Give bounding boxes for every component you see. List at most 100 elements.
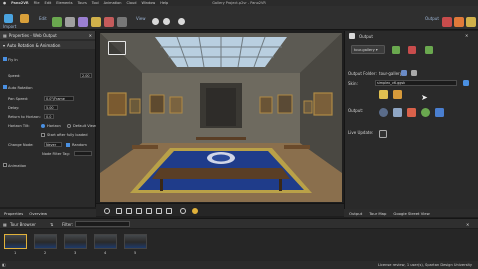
speed-row: Speed: 2.00	[0, 72, 96, 79]
globe-icon[interactable]	[178, 18, 185, 25]
menu-elements[interactable]: Elements	[56, 1, 72, 5]
shield-output-icon[interactable]	[407, 108, 416, 117]
animation-icon[interactable]	[117, 17, 127, 27]
pan-speed-label: Pan Speed:	[8, 96, 29, 101]
html5-output-icon[interactable]	[442, 17, 452, 27]
tab-google-street-view[interactable]: Google Street View	[393, 211, 429, 216]
vr-output-icon[interactable]	[435, 108, 444, 117]
media-icon[interactable]	[78, 17, 88, 27]
menu-file[interactable]: File	[34, 1, 40, 5]
menu-app[interactable]: Pano2VR	[11, 1, 29, 5]
hotspot-tool-icon[interactable]	[146, 207, 152, 214]
gear-output-icon[interactable]	[379, 108, 388, 117]
skin-brush-icon[interactable]	[393, 90, 402, 99]
open-folder-icon[interactable]	[411, 70, 417, 76]
thumbnail-5[interactable]	[124, 234, 147, 249]
thumbnail-label-5: 5	[134, 250, 137, 255]
menu-help[interactable]: Help	[160, 1, 168, 5]
menu-tours[interactable]: Tours	[78, 1, 87, 5]
thumbnail-3[interactable]	[64, 234, 87, 249]
target-icon[interactable]	[180, 207, 186, 214]
tab-tour-map[interactable]: Tour Map	[369, 211, 386, 216]
tab-output[interactable]: Output	[349, 211, 362, 216]
select-icon[interactable]	[116, 207, 122, 214]
move-icon[interactable]	[126, 207, 132, 214]
viewer-icon[interactable]	[152, 18, 159, 25]
status-icon: ◧	[2, 262, 6, 267]
mask-icon[interactable]	[104, 17, 114, 27]
crop-icon[interactable]	[156, 207, 162, 214]
animation-checkbox[interactable]	[3, 163, 7, 167]
menu-window[interactable]: Window	[141, 1, 155, 5]
gallery-output-icon[interactable]	[466, 17, 476, 27]
patch-icon[interactable]	[52, 17, 62, 27]
add-output-icon[interactable]	[392, 46, 400, 54]
fly-in-checkbox[interactable]	[3, 57, 7, 61]
live-update-icon[interactable]	[379, 130, 387, 138]
generate-output-icon[interactable]	[425, 46, 433, 54]
cloud-output-icon[interactable]	[421, 108, 430, 117]
delay-field[interactable]: 5.00	[44, 105, 58, 110]
thumbnail-label-3: 3	[74, 250, 77, 255]
status-text: License review, 1 user(s), Spartan Desig…	[377, 262, 472, 267]
patch-tool-icon[interactable]	[136, 207, 142, 214]
properties-title: Properties - Web Output	[8, 32, 57, 38]
filter-field[interactable]	[75, 221, 130, 227]
start-after-loaded-checkbox[interactable]	[41, 132, 45, 137]
node-filter-field[interactable]	[74, 151, 92, 156]
tour-gallery-button[interactable]: tour-gallery ▾	[351, 45, 385, 54]
sort-icon[interactable]: ⇅	[50, 222, 53, 227]
return-horizon-field[interactable]: 0.0	[44, 114, 54, 119]
folder-icon[interactable]	[401, 70, 407, 76]
auto-rotation-label: Auto Rotation	[8, 85, 33, 90]
menu-edit[interactable]: Edit	[45, 1, 52, 5]
import-label[interactable]: Import	[3, 24, 16, 29]
section-auto-rotation[interactable]: ▾ Auto Rotation & Animation	[0, 41, 95, 49]
skin-star-icon[interactable]	[379, 90, 388, 99]
random-label: Random	[72, 142, 87, 147]
skin-label: Skin:	[348, 81, 358, 86]
remove-output-icon[interactable]	[408, 46, 416, 54]
apple-icon[interactable]: ●	[3, 1, 6, 5]
change-node-select[interactable]: Never	[44, 142, 62, 147]
package-output-icon[interactable]	[454, 17, 464, 27]
view-label: View	[136, 16, 146, 21]
tour-icon[interactable]	[20, 14, 29, 23]
screen-output-icon[interactable]	[393, 108, 402, 117]
skin-edit-icon[interactable]	[463, 80, 469, 86]
thumbnail-label-1: 1	[14, 250, 17, 255]
panel-close-icon[interactable]: ✕	[89, 33, 92, 38]
output-header-icon	[349, 33, 355, 39]
default-view-radio[interactable]	[67, 123, 71, 128]
horizon-radio[interactable]	[41, 123, 45, 128]
status-bar: ◧ License review, 1 user(s), Spartan Des…	[0, 261, 478, 269]
tab-properties[interactable]: Properties	[4, 211, 23, 216]
color-wheel-icon[interactable]	[192, 207, 198, 214]
output-header-title: Output	[359, 33, 373, 39]
window-title: Gallery Project.p2vr - Pano2VR	[212, 0, 266, 5]
rotate-icon[interactable]	[104, 207, 110, 214]
menu-animation[interactable]: Animation	[104, 1, 122, 5]
speed-field[interactable]: 2.00	[80, 73, 92, 78]
import-icon[interactable]	[4, 14, 13, 23]
collapse-icon[interactable]: ▾	[3, 43, 5, 48]
tab-overview[interactable]: Overview	[29, 211, 47, 216]
panorama-viewport[interactable]	[100, 33, 342, 202]
thumbnail-2[interactable]	[34, 234, 57, 249]
thumbnail-4[interactable]	[94, 234, 117, 249]
output-close-icon[interactable]: ✕	[465, 33, 468, 38]
tour-browser-close-icon[interactable]: ✕	[466, 222, 469, 227]
random-checkbox[interactable]	[66, 142, 70, 147]
skin-select[interactable]: simplex_v6.ggsk	[375, 80, 457, 86]
hotspot-icon[interactable]	[65, 17, 75, 27]
map-overlay-icon[interactable]	[108, 41, 126, 55]
tour-gallery-button-label: tour-gallery	[354, 48, 375, 52]
grid-icon[interactable]	[166, 207, 172, 214]
thumbnail-1[interactable]	[4, 234, 27, 249]
lens-flare-icon[interactable]	[91, 17, 101, 27]
menu-tool[interactable]: Tool	[92, 1, 99, 5]
menu-cloud[interactable]: Cloud	[126, 1, 136, 5]
pan-speed-field[interactable]: 0.0°/Frame	[44, 96, 74, 101]
auto-rotation-checkbox[interactable]	[3, 85, 7, 89]
preview-icon[interactable]	[163, 18, 170, 25]
